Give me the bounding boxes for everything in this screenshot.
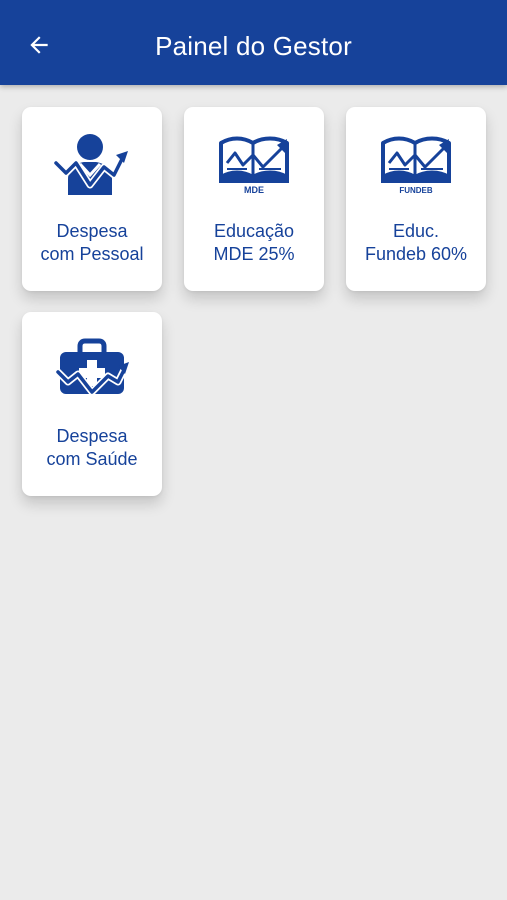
icon-caption-mde: MDE: [244, 185, 264, 195]
card-label: Educação MDE 25%: [190, 220, 318, 266]
book-chart-fundeb-icon: FUNDEB: [381, 136, 451, 195]
card-label-line2: Fundeb 60%: [364, 244, 468, 264]
card-label: Despesa com Saúde: [28, 425, 156, 471]
card-label-line1: Educ.: [392, 221, 440, 241]
card-label: Despesa com Pessoal: [28, 220, 156, 266]
person-chart-icon: [54, 134, 128, 195]
card-label-line2: com Saúde: [46, 449, 138, 469]
card-icon-wrap: FUNDEB: [346, 133, 486, 199]
card-label-line1: Educação: [213, 221, 295, 241]
app-bar: Painel do Gestor: [0, 0, 507, 85]
card-label-line1: Despesa: [56, 221, 128, 241]
page-title: Painel do Gestor: [155, 31, 352, 61]
card-label: Educ. Fundeb 60%: [352, 220, 480, 266]
card-despesa-saude[interactable]: Despesa com Saúde: [22, 312, 162, 496]
icon-caption-fundeb: FUNDEB: [399, 186, 433, 195]
medical-bag-chart-icon: [54, 338, 129, 396]
card-icon-wrap: [22, 338, 162, 404]
card-label-line1: Despesa: [56, 426, 128, 446]
card-despesa-pessoal[interactable]: Despesa com Pessoal: [22, 107, 162, 291]
card-label-line2: com Pessoal: [40, 244, 144, 264]
book-chart-mde-icon: MDE: [219, 136, 289, 195]
card-icon-wrap: [22, 133, 162, 199]
card-label-line2: MDE 25%: [213, 244, 295, 264]
card-icon-wrap: MDE: [184, 133, 324, 199]
card-educ-fundeb[interactable]: FUNDEB Educ. Fundeb 60%: [346, 107, 486, 291]
card-educacao-mde[interactable]: MDE Educação MDE 25%: [184, 107, 324, 291]
